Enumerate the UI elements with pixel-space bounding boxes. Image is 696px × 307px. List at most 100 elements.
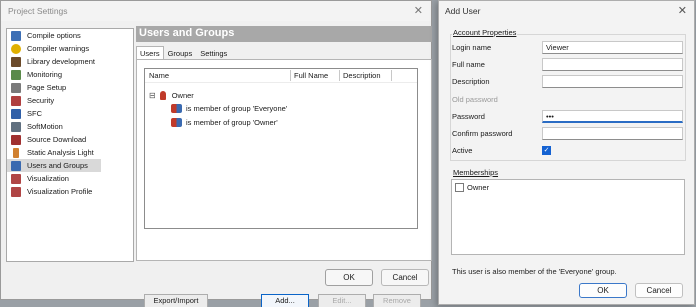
section-header-title: Users and Groups bbox=[139, 27, 235, 39]
header-divider bbox=[145, 82, 417, 83]
warning-icon bbox=[11, 43, 21, 54]
users-panel: Name Full Name Description ⊟ Owner is me… bbox=[136, 59, 432, 307]
page-setup-icon bbox=[11, 82, 21, 93]
password-label: Password bbox=[452, 112, 485, 121]
membership-checkbox[interactable] bbox=[455, 183, 464, 192]
confirm-password-input[interactable] bbox=[542, 127, 683, 140]
tree-item-label: Library development bbox=[27, 57, 95, 66]
dialog-title: Add User bbox=[445, 6, 481, 16]
tree-item-label: Security bbox=[27, 96, 55, 105]
collapse-icon[interactable]: ⊟ bbox=[149, 91, 156, 100]
users-grid: Name Full Name Description ⊟ Owner is me… bbox=[144, 68, 418, 229]
tree-item-sfc[interactable]: SFC bbox=[7, 107, 133, 120]
full-name-input[interactable] bbox=[542, 58, 683, 71]
tree-row-label: is member of group 'Owner' bbox=[186, 118, 278, 127]
tree-item-visualization[interactable]: Visualization bbox=[7, 172, 133, 185]
active-checkbox[interactable]: ✓ bbox=[542, 146, 551, 155]
tree-item-compiler-warnings[interactable]: Compiler warnings bbox=[7, 42, 133, 55]
softmotion-icon bbox=[11, 121, 21, 132]
tab-groups[interactable]: Groups bbox=[164, 46, 197, 60]
tree-item-static-analysis-light[interactable]: Static Analysis Light bbox=[7, 146, 133, 159]
column-header-full-name[interactable]: Full Name bbox=[294, 71, 328, 80]
add-button[interactable]: Add... bbox=[261, 294, 309, 307]
description-label: Description bbox=[452, 77, 490, 86]
column-header-name[interactable]: Name bbox=[149, 71, 169, 80]
tree-item-label: SoftMotion bbox=[27, 122, 63, 131]
memberships-list: Owner bbox=[451, 179, 685, 255]
category-tree: Compile options Compiler warnings Librar… bbox=[6, 28, 134, 262]
library-icon bbox=[11, 56, 21, 67]
tree-item-label: Compile options bbox=[27, 31, 81, 40]
cancel-button[interactable]: Cancel bbox=[381, 269, 429, 286]
close-icon[interactable]: ✕ bbox=[414, 4, 423, 17]
visualization-icon bbox=[11, 173, 21, 184]
tree-row-label: is member of group 'Everyone' bbox=[186, 104, 288, 113]
active-label: Active bbox=[452, 146, 473, 155]
login-name-input[interactable]: Viewer bbox=[542, 41, 683, 54]
column-header-description[interactable]: Description bbox=[343, 71, 381, 80]
tree-item-label: Page Setup bbox=[27, 83, 67, 92]
full-name-label: Full name bbox=[452, 60, 485, 69]
static-analysis-icon bbox=[13, 147, 19, 158]
tree-row-member-everyone[interactable]: is member of group 'Everyone' bbox=[171, 104, 287, 113]
ok-button[interactable]: OK bbox=[325, 269, 373, 286]
tree-item-softmotion[interactable]: SoftMotion bbox=[7, 120, 133, 133]
confirm-password-label: Confirm password bbox=[452, 129, 513, 138]
visualization-profile-icon bbox=[11, 186, 21, 197]
tree-item-label: Source Download bbox=[27, 135, 87, 144]
tree-item-label: Visualization Profile bbox=[27, 187, 93, 196]
old-password-label: Old password bbox=[452, 95, 498, 104]
sfc-icon bbox=[11, 108, 21, 119]
tree-item-label: Visualization bbox=[27, 174, 69, 183]
tab-strip: Users Groups Settings bbox=[136, 46, 231, 60]
project-settings-window: Project Settings ✕ Compile options Compi… bbox=[0, 0, 432, 307]
user-icon bbox=[159, 91, 166, 100]
tab-users[interactable]: Users bbox=[136, 46, 164, 60]
tree-item-visualization-profile[interactable]: Visualization Profile bbox=[7, 185, 133, 198]
memberships-label: Memberships bbox=[452, 168, 500, 177]
window-title: Project Settings bbox=[8, 6, 68, 16]
users-groups-icon bbox=[11, 160, 21, 171]
ok-button[interactable]: OK bbox=[579, 283, 627, 298]
edit-button[interactable]: Edit... bbox=[318, 294, 366, 307]
tree-item-compile-options[interactable]: Compile options bbox=[7, 29, 133, 42]
remove-button[interactable]: Remove bbox=[373, 294, 421, 307]
membership-label: Owner bbox=[467, 183, 490, 192]
tree-item-users-and-groups[interactable]: Users and Groups bbox=[7, 159, 101, 172]
compile-options-icon bbox=[11, 30, 21, 41]
source-download-icon bbox=[11, 134, 21, 145]
tree-row-owner[interactable]: ⊟ Owner bbox=[149, 91, 194, 100]
security-icon bbox=[11, 95, 21, 106]
tree-item-monitoring[interactable]: Monitoring bbox=[7, 68, 133, 81]
tree-item-label: Compiler warnings bbox=[27, 44, 90, 53]
tree-item-page-setup[interactable]: Page Setup bbox=[7, 81, 133, 94]
account-properties-label: Account Properties bbox=[452, 28, 518, 37]
export-import-button[interactable]: Export/Import bbox=[144, 294, 208, 307]
tree-item-label: Users and Groups bbox=[27, 161, 88, 170]
login-name-label: Login name bbox=[452, 43, 492, 52]
column-divider[interactable] bbox=[290, 70, 291, 81]
tree-item-label: Static Analysis Light bbox=[27, 148, 94, 157]
tree-item-library-development[interactable]: Library development bbox=[7, 55, 133, 68]
tree-item-security[interactable]: Security bbox=[7, 94, 133, 107]
tree-item-source-download[interactable]: Source Download bbox=[7, 133, 133, 146]
description-input[interactable] bbox=[542, 75, 683, 88]
password-input[interactable]: ••• bbox=[542, 110, 683, 123]
tab-settings[interactable]: Settings bbox=[196, 46, 231, 60]
membership-info-text: This user is also member of the 'Everyon… bbox=[452, 267, 617, 276]
cancel-button[interactable]: Cancel bbox=[635, 283, 683, 298]
membership-item-owner[interactable]: Owner bbox=[455, 183, 489, 192]
section-header: Users and Groups bbox=[136, 26, 432, 42]
tree-row-label: Owner bbox=[171, 91, 194, 100]
add-user-dialog: Add User ✕ Account Properties Login name… bbox=[438, 0, 695, 305]
title-bar: Project Settings ✕ bbox=[1, 1, 431, 21]
group-icon bbox=[171, 118, 182, 127]
group-icon bbox=[171, 104, 182, 113]
tree-item-label: Monitoring bbox=[27, 70, 63, 79]
close-icon[interactable]: ✕ bbox=[678, 4, 687, 17]
title-bar: Add User ✕ bbox=[439, 1, 694, 21]
monitoring-icon bbox=[11, 69, 21, 80]
column-divider[interactable] bbox=[391, 70, 392, 81]
tree-row-member-owner[interactable]: is member of group 'Owner' bbox=[171, 118, 278, 127]
column-divider[interactable] bbox=[339, 70, 340, 81]
